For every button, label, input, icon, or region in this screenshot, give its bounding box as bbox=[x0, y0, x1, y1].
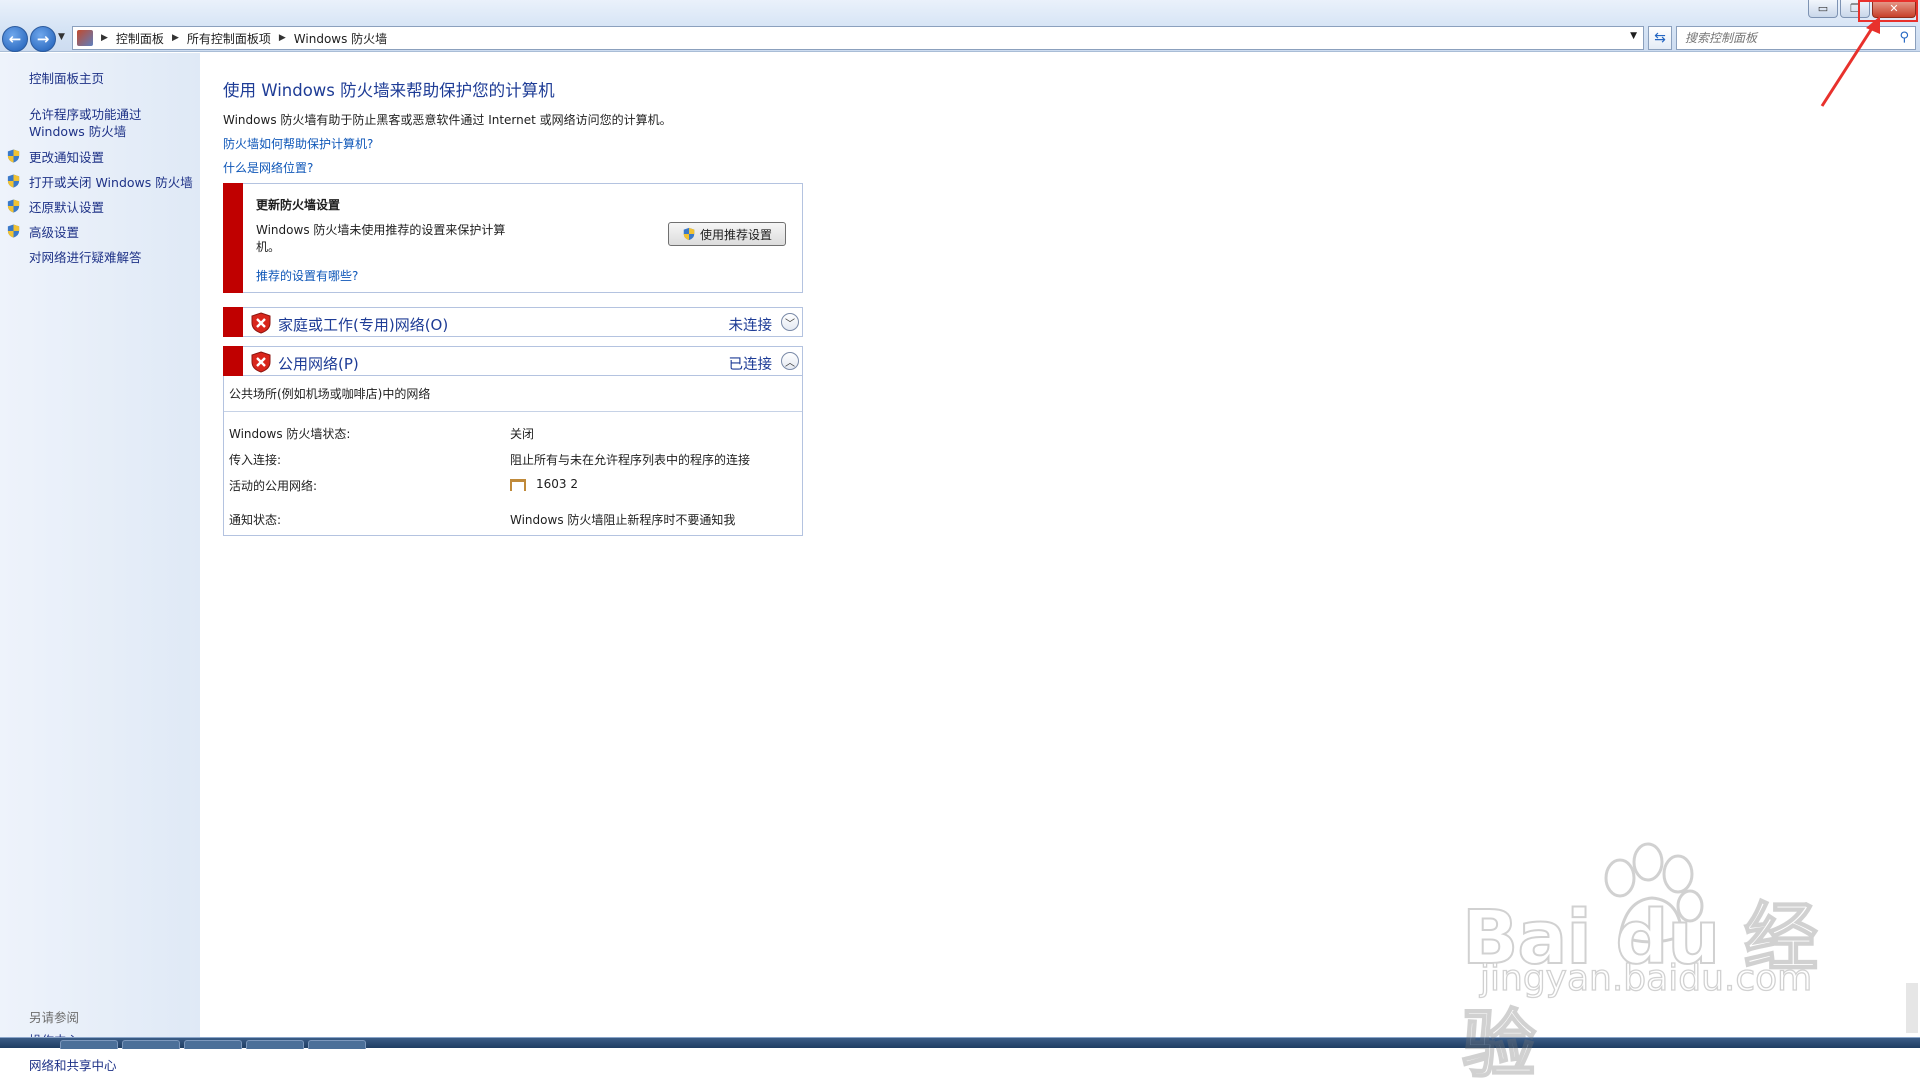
breadcrumb-firewall[interactable]: Windows 防火墙 bbox=[294, 30, 387, 47]
sidebar-item-home[interactable]: 控制面板主页 bbox=[29, 70, 199, 87]
network-location-link[interactable]: 什么是网络位置? bbox=[223, 159, 313, 176]
red-shield-x-icon bbox=[251, 312, 271, 334]
breadcrumb-control-panel[interactable]: 控制面板 bbox=[116, 30, 164, 47]
annotation-arrow-icon bbox=[1820, 16, 1880, 107]
notification-state-label: 通知状态: bbox=[229, 513, 282, 527]
annotation-highlight-box bbox=[1858, 0, 1918, 22]
bench-network-icon bbox=[510, 478, 526, 491]
expand-chevron-down-icon[interactable]: ﹀ bbox=[781, 313, 799, 331]
public-network-header[interactable]: 公用网络(P) 已连接 ︿ bbox=[223, 346, 803, 376]
active-network-name: 1603 2 bbox=[536, 477, 578, 491]
active-network-label: 活动的公用网络: bbox=[229, 479, 318, 493]
watermark-url: jingyan.baidu.com bbox=[1479, 957, 1813, 999]
page-description: Windows 防火墙有助于防止黑客或恶意软件通过 Internet 或网络访问… bbox=[223, 113, 672, 127]
refresh-icon: ⇆ bbox=[1654, 30, 1666, 46]
recent-pages-dropdown[interactable]: ▼ bbox=[58, 32, 65, 42]
update-panel-text: Windows 防火墙未使用推荐的设置来保护计算机。 bbox=[256, 223, 506, 254]
firewall-state-value: 关闭 bbox=[510, 427, 535, 441]
forward-arrow-icon: → bbox=[36, 30, 50, 48]
back-button[interactable]: ← bbox=[2, 26, 28, 52]
forward-button[interactable]: → bbox=[30, 26, 56, 52]
warning-bar bbox=[223, 307, 243, 337]
uac-shield-icon bbox=[683, 227, 695, 241]
control-panel-icon bbox=[77, 30, 93, 46]
public-network-subtitle: 公共场所(例如机场或咖啡店)中的网络 bbox=[229, 387, 431, 401]
home-network-status: 未连接 bbox=[728, 318, 773, 334]
public-network-details: 公共场所(例如机场或咖啡店)中的网络 Windows 防火墙状态: 关闭 传入连… bbox=[223, 376, 803, 536]
update-settings-panel: 更新防火墙设置 Windows 防火墙未使用推荐的设置来保护计算机。 推荐的设置… bbox=[223, 183, 803, 293]
sidebar-item-restore-defaults[interactable]: 还原默认设置 bbox=[29, 199, 199, 216]
uac-shield-icon bbox=[7, 149, 20, 163]
home-network-name: 家庭或工作(专用)网络(O) bbox=[278, 316, 449, 334]
vertical-scrollbar[interactable] bbox=[1902, 53, 1920, 1037]
warning-bar bbox=[223, 183, 243, 293]
breadcrumb-separator-icon[interactable]: ▶ bbox=[172, 33, 179, 43]
scrollbar-thumb[interactable] bbox=[1906, 983, 1918, 1033]
warning-bar bbox=[223, 346, 243, 376]
home-network-header[interactable]: 家庭或工作(专用)网络(O) 未连接 ﹀ bbox=[223, 307, 803, 337]
button-label: 使用推荐设置 bbox=[699, 227, 772, 242]
left-navigation-pane: 控制面板主页 允许程序或功能通过 Windows 防火墙 更改通知设置 打开或关… bbox=[0, 53, 200, 1073]
refresh-button[interactable]: ⇆ bbox=[1648, 26, 1672, 50]
firewall-state-label: Windows 防火墙状态: bbox=[229, 427, 351, 441]
how-firewall-helps-link[interactable]: 防火墙如何帮助保护计算机? bbox=[223, 135, 373, 152]
incoming-connections-label: 传入连接: bbox=[229, 453, 282, 467]
title-and-address-bar: ▭ ❐ ✕ ← → ▼ ▶ 控制面板 ▶ 所有控制面板项 ▶ Windows 防… bbox=[0, 0, 1920, 52]
search-icon[interactable]: ⚲ bbox=[1899, 30, 1909, 45]
use-recommended-settings-button[interactable]: 使用推荐设置 bbox=[668, 222, 786, 246]
see-also-network-center[interactable]: 网络和共享中心 bbox=[29, 1057, 199, 1074]
sidebar-item-turn-on-off[interactable]: 打开或关闭 Windows 防火墙 bbox=[29, 174, 199, 191]
sidebar-item-advanced[interactable]: 高级设置 bbox=[29, 224, 199, 241]
firewall-window: ▭ ❐ ✕ ← → ▼ ▶ 控制面板 ▶ 所有控制面板项 ▶ Windows 防… bbox=[0, 0, 1920, 1089]
public-network-status: 已连接 bbox=[728, 357, 773, 373]
sidebar-item-troubleshoot[interactable]: 对网络进行疑难解答 bbox=[29, 249, 199, 266]
uac-shield-icon bbox=[7, 199, 20, 213]
see-also-heading: 另请参阅 bbox=[29, 1010, 80, 1025]
divider bbox=[224, 411, 802, 412]
breadcrumb-separator-icon[interactable]: ▶ bbox=[279, 33, 286, 43]
uac-shield-icon bbox=[7, 174, 20, 188]
collapse-chevron-up-icon[interactable]: ︿ bbox=[781, 352, 799, 370]
recommended-settings-link[interactable]: 推荐的设置有哪些? bbox=[256, 267, 358, 284]
sidebar-item-notifications[interactable]: 更改通知设置 bbox=[29, 149, 199, 166]
page-title: 使用 Windows 防火墙来帮助保护您的计算机 bbox=[223, 81, 555, 100]
update-panel-title: 更新防火墙设置 bbox=[256, 198, 341, 212]
notification-state-value: Windows 防火墙阻止新程序时不要通知我 bbox=[510, 513, 736, 527]
red-shield-x-icon bbox=[251, 351, 271, 373]
breadcrumb-separator-icon[interactable]: ▶ bbox=[101, 33, 108, 43]
incoming-connections-value: 阻止所有与未在允许程序列表中的程序的连接 bbox=[510, 453, 751, 467]
sidebar-item-allow-programs[interactable]: 允许程序或功能通过 Windows 防火墙 bbox=[29, 106, 199, 140]
uac-shield-icon bbox=[7, 224, 20, 238]
active-network-value: 1603 2 bbox=[510, 477, 578, 491]
breadcrumb-all-items[interactable]: 所有控制面板项 bbox=[187, 30, 271, 47]
address-dropdown-icon[interactable]: ▼ bbox=[1630, 31, 1637, 41]
baidu-watermark: Bai du 经验 jingyan.baidu.com bbox=[1461, 838, 1822, 1089]
public-network-name: 公用网络(P) bbox=[278, 355, 359, 373]
back-arrow-icon: ← bbox=[8, 30, 22, 48]
address-bar[interactable]: ▶ 控制面板 ▶ 所有控制面板项 ▶ Windows 防火墙 ▼ bbox=[72, 26, 1644, 50]
